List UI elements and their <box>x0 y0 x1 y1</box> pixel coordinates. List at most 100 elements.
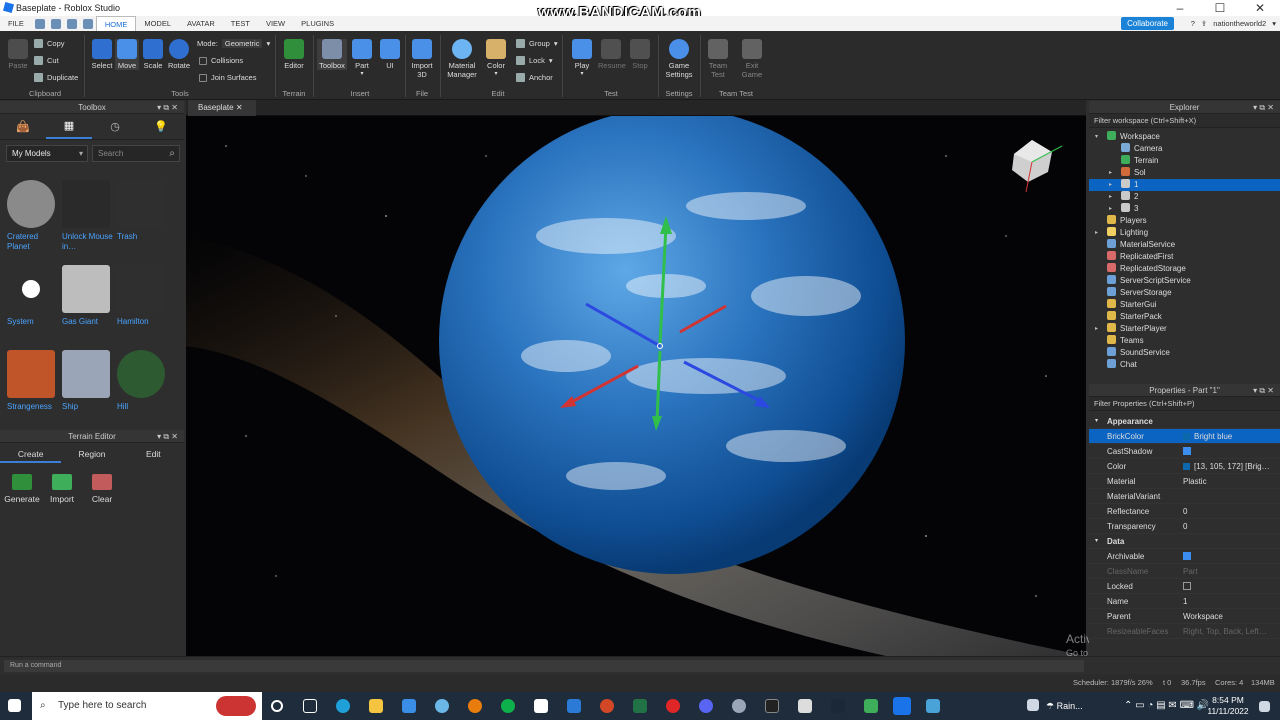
property-value[interactable]: 0 <box>1183 504 1187 519</box>
expand-arrow-icon[interactable]: ▸ <box>1095 323 1098 335</box>
explorer-item[interactable]: Players <box>1089 215 1280 227</box>
join-surfaces-checkbox[interactable] <box>199 73 207 82</box>
menu-plugins[interactable]: PLUGINS <box>293 16 342 31</box>
property-row[interactable]: Material Plastic <box>1089 474 1280 489</box>
explorer-item[interactable]: Terrain <box>1089 155 1280 167</box>
chevron-down-icon[interactable]: ▾ <box>1272 19 1276 28</box>
username[interactable]: nationtheworld2 <box>1213 19 1266 28</box>
play-button[interactable]: Play ▾ <box>568 39 596 77</box>
collisions-checkbox[interactable] <box>199 56 207 65</box>
chrome-icon[interactable] <box>501 699 515 713</box>
collisions-toggle[interactable]: Collisions <box>199 56 243 65</box>
cortana-icon[interactable] <box>271 700 283 712</box>
resume-button[interactable]: Resume <box>598 39 626 70</box>
property-value[interactable] <box>1183 444 1191 459</box>
property-row[interactable]: Parent Workspace <box>1089 609 1280 624</box>
collapse-arrow-icon[interactable]: ▾ <box>1095 534 1098 549</box>
undo-icon[interactable] <box>66 18 77 29</box>
explorer-item[interactable]: StarterGui <box>1089 299 1280 311</box>
lock-button[interactable]: Lock ▾ <box>516 56 553 65</box>
exit-game-button[interactable]: Exit Game <box>738 39 766 79</box>
property-row[interactable]: Name 1 <box>1089 594 1280 609</box>
minimize-icon[interactable]: – <box>1160 0 1200 16</box>
explorer-item[interactable]: Camera <box>1089 143 1280 155</box>
tab-recent[interactable]: ◷ <box>92 114 138 139</box>
new-icon[interactable] <box>50 18 61 29</box>
property-checkbox[interactable] <box>1183 552 1191 560</box>
toolbox-button[interactable]: Toolbox <box>317 39 347 70</box>
explorer-item[interactable]: ServerScriptService <box>1089 275 1280 287</box>
expand-arrow-icon[interactable]: ▸ <box>1109 179 1112 191</box>
mode-selector[interactable]: Mode: Geometric ▾ <box>197 39 270 48</box>
expand-arrow-icon[interactable]: ▸ <box>1109 191 1112 203</box>
team-test-button[interactable]: Team Test <box>704 39 732 79</box>
expand-arrow-icon[interactable]: ▸ <box>1109 203 1112 215</box>
help-icon[interactable]: ? <box>1191 19 1195 28</box>
word-icon[interactable] <box>567 699 581 713</box>
property-value[interactable]: [13, 105, 172] [Brig… <box>1183 459 1270 474</box>
part-button[interactable]: Part ▾ <box>350 39 374 77</box>
excel-icon[interactable] <box>633 699 647 713</box>
tab-baseplate[interactable]: Baseplate ✕ <box>188 100 256 116</box>
property-category[interactable]: ▾ Data <box>1089 534 1280 549</box>
discord-icon[interactable] <box>699 699 713 713</box>
explorer-item[interactable]: Teams <box>1089 335 1280 347</box>
property-category[interactable]: ▾ Appearance <box>1089 414 1280 429</box>
asset-item[interactable]: Gas Giant <box>62 265 114 327</box>
close-icon[interactable]: ▾ ⧉ ✕ <box>1253 101 1274 114</box>
tab-inventory[interactable]: ▦ <box>46 114 92 139</box>
redo-icon[interactable] <box>82 18 93 29</box>
explorer-item[interactable]: ReplicatedStorage <box>1089 263 1280 275</box>
property-checkbox[interactable] <box>1183 582 1191 590</box>
people-icon[interactable] <box>1027 699 1039 711</box>
3d-viewport[interactable] <box>186 116 1086 656</box>
explorer-filter-input[interactable]: Filter workspace (Ctrl+Shift+X) <box>1089 114 1280 128</box>
explorer-item[interactable]: ▸ Lighting <box>1089 227 1280 239</box>
close-icon[interactable]: ✕ <box>236 103 243 112</box>
close-icon[interactable]: ▾ ⧉ ✕ <box>1253 384 1274 397</box>
property-value[interactable]: Workspace <box>1183 609 1223 624</box>
clear-tool[interactable]: Clear <box>80 474 124 504</box>
ui-button[interactable]: UI <box>379 39 401 70</box>
tray-icons[interactable]: ⌃ ▭ ◔ ▤ ✉ ⌨ 🔊 <box>1124 692 1209 720</box>
explorer-item[interactable]: ▸ StarterPlayer <box>1089 323 1280 335</box>
properties-filter-input[interactable]: Filter Properties (Ctrl+Shift+P) <box>1089 397 1280 411</box>
planet-sphere[interactable] <box>439 116 905 574</box>
property-row[interactable]: ResizeableFaces Right, Top, Back, Left… <box>1089 624 1280 639</box>
terminal-icon[interactable] <box>765 699 779 713</box>
collaborate-button[interactable]: Collaborate <box>1121 17 1174 30</box>
explorer-item[interactable]: SoundService <box>1089 347 1280 359</box>
explorer-item[interactable]: ▾ Workspace <box>1089 131 1280 143</box>
import-3d-button[interactable]: Import 3D <box>408 39 436 79</box>
expand-arrow-icon[interactable]: ▸ <box>1095 227 1098 239</box>
maximize-icon[interactable]: ☐ <box>1200 0 1240 16</box>
asset-item[interactable]: System <box>7 265 59 327</box>
generate-tool[interactable]: Generate <box>0 474 44 504</box>
expand-arrow-icon[interactable]: ▾ <box>1095 131 1098 143</box>
property-value[interactable] <box>1183 579 1191 594</box>
property-row[interactable]: MaterialVariant <box>1089 489 1280 504</box>
expand-arrow-icon[interactable]: ▸ <box>1109 167 1112 179</box>
asset-item[interactable]: Hill <box>117 350 169 412</box>
mode-value[interactable]: Geometric <box>221 39 263 48</box>
task-view-icon[interactable] <box>303 699 317 713</box>
notifications-icon[interactable] <box>1259 701 1270 712</box>
menu-avatar[interactable]: AVATAR <box>179 16 223 31</box>
roblox-icon[interactable] <box>798 699 812 713</box>
roblox-studio-taskbar-icon[interactable] <box>893 697 911 715</box>
file-explorer-icon[interactable] <box>369 699 383 713</box>
scale-button[interactable]: Scale <box>141 39 165 70</box>
steam-icon[interactable] <box>831 699 845 713</box>
anchor-button[interactable]: Anchor <box>516 73 553 82</box>
store-icon[interactable] <box>534 699 548 713</box>
mail-icon[interactable] <box>402 699 416 713</box>
tab-edit[interactable]: Edit <box>123 446 184 463</box>
share-icon[interactable]: ⇪ <box>1201 19 1207 28</box>
property-row[interactable]: CastShadow <box>1089 444 1280 459</box>
bandicam-icon[interactable] <box>666 699 680 713</box>
terrain-editor-button[interactable]: Editor <box>280 39 308 70</box>
app-icon-2[interactable] <box>864 699 878 713</box>
explorer-item[interactable]: ReplicatedFirst <box>1089 251 1280 263</box>
property-checkbox[interactable] <box>1183 447 1191 455</box>
settings-icon[interactable] <box>732 699 746 713</box>
